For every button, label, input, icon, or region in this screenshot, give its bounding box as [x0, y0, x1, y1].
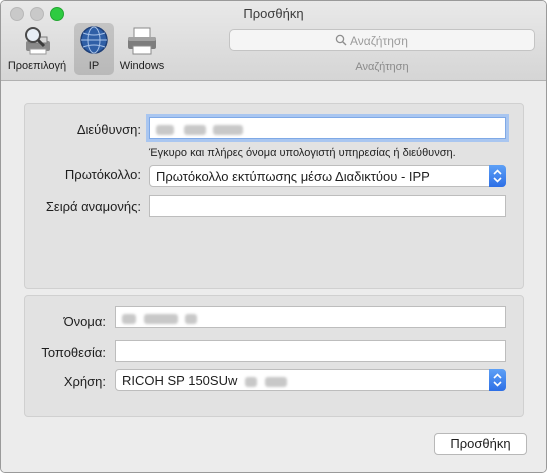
chevron-updown-icon — [489, 165, 506, 187]
redacted-text — [213, 124, 244, 135]
tab-ip-label: IP — [88, 60, 100, 72]
printer-icon — [125, 25, 159, 57]
search-caption: Αναζήτηση — [355, 61, 409, 73]
redacted-text — [122, 313, 136, 324]
magnifier-printer-icon — [20, 25, 54, 57]
tab-default[interactable]: Προεπιλογή — [4, 23, 70, 75]
location-label: Τοποθεσία: — [41, 345, 106, 360]
search-placeholder: Αναζήτηση — [350, 34, 408, 48]
search-field[interactable]: Αναζήτηση — [229, 29, 535, 51]
name-field[interactable] — [115, 306, 506, 328]
name-label: Όνομα: — [63, 314, 106, 329]
redacted-text — [185, 313, 198, 324]
tab-default-label: Προεπιλογή — [7, 60, 67, 72]
address-label: Διεύθυνση: — [76, 122, 141, 137]
queue-field[interactable] — [149, 195, 506, 217]
use-label: Χρήση: — [63, 374, 106, 389]
address-field[interactable] — [149, 117, 506, 139]
globe-icon — [77, 25, 111, 57]
redacted-text — [244, 376, 257, 387]
form-area: Διεύθυνση: Έγκυρο και πλήρες όνομα υπολο… — [1, 81, 546, 472]
redacted-text — [264, 376, 287, 387]
queue-label: Σειρά αναμονής: — [45, 199, 141, 214]
redacted-text — [183, 124, 206, 135]
protocol-value: Πρωτόκολλο εκτύπωσης μέσω Διαδικτύου - I… — [156, 169, 430, 184]
driver-popup[interactable]: RICOH SP 150SUw — [115, 369, 506, 391]
tab-ip[interactable]: IP — [74, 23, 114, 75]
tab-windows-label: Windows — [119, 60, 165, 72]
toolbar: Προσθήκη Προεπιλογή IP Windows Αναζήτηση… — [1, 1, 546, 81]
address-hint: Έγκυρο και πλήρες όνομα υπολογιστή υπηρε… — [149, 147, 456, 159]
add-printer-window: Προσθήκη Προεπιλογή IP Windows Αναζήτηση… — [0, 0, 547, 473]
redacted-text — [156, 124, 174, 135]
tab-windows[interactable]: Windows — [116, 23, 168, 75]
search-icon — [335, 34, 347, 46]
redacted-text — [143, 313, 178, 324]
chevron-updown-icon — [489, 369, 506, 391]
driver-value: RICOH SP 150SUw — [122, 373, 238, 388]
location-field[interactable] — [115, 340, 506, 362]
window-title: Προσθήκη — [243, 6, 304, 21]
protocol-popup[interactable]: Πρωτόκολλο εκτύπωσης μέσω Διαδικτύου - I… — [149, 165, 506, 187]
add-button[interactable]: Προσθήκη — [434, 433, 527, 455]
protocol-label: Πρωτόκολλο: — [64, 167, 141, 182]
